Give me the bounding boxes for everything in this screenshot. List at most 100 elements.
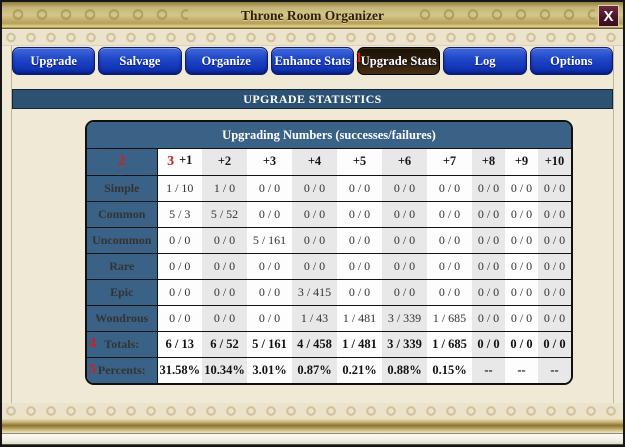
stat-cell: 0 / 0 [427,278,472,305]
table-row-rare: Rare 0 / 00 / 00 / 00 / 00 / 00 / 00 / 00… [87,252,571,279]
table-row-epic: Epic 0 / 00 / 00 / 03 / 415 0 / 00 / 00 / … [87,278,571,305]
stat-cell: -- [505,356,538,383]
tab-label: Upgrade Stats [360,53,437,68]
tab-options[interactable]: Options [529,47,613,75]
stat-cell: 5 / 161 [247,226,292,253]
stat-cell: 6 / 52 [202,330,247,357]
stat-cell: 0 / 0 [202,226,247,253]
column-header-label: +5 [352,154,367,169]
stat-cell: 0 / 0 [427,226,472,253]
stat-cell: 0 / 0 [505,330,538,357]
stat-cell: 0 / 0 [247,304,292,331]
tab-label: Log [474,53,496,68]
row-label: Uncommon [87,226,158,253]
stat-cell: 0 / 0 [427,252,472,279]
row-label-text: Uncommon [92,232,152,247]
row-label-text: Common [98,206,146,221]
stat-cell: 0 / 0 [337,174,382,201]
stat-cell: 0 / 0 [538,226,571,253]
stat-cell: 0 / 0 [472,226,505,253]
stat-cell: 0 / 0 [292,174,337,201]
column-header-plus2: +2 [202,149,247,175]
stat-cell: 0 / 0 [505,226,538,253]
gold-band-bottom [2,419,623,433]
inner-frame-line-right [613,46,614,403]
tab-organize[interactable]: Organize [184,47,268,75]
close-button[interactable]: X [598,5,619,27]
stat-cell: 3.01% [247,356,292,383]
column-header-label: +8 [481,154,496,169]
stat-cell: 0 / 0 [382,226,427,253]
stat-cell: 3 / 415 [292,278,337,305]
annotation-mark-3: 3 [167,154,175,170]
stat-cell: 0 / 0 [157,304,202,331]
row-label: 4 Totals: [87,330,158,357]
tab-upgrade[interactable]: Upgrade [12,47,96,75]
tab-bar: Upgrade Salvage Organize Enhance Stats 1 Upgr… [12,47,613,75]
stat-cell: 1 / 481 [337,330,382,357]
stat-cell: 0.88% [382,356,427,383]
stat-cell: 0 / 0 [292,252,337,279]
stat-cell: 0 / 0 [337,252,382,279]
tab-label: Upgrade [30,53,77,68]
stat-cell: 0 / 0 [472,200,505,227]
stat-cell: 6 / 13 [157,330,202,357]
column-header-label: +3 [262,154,277,169]
column-header-label: +2 [217,154,232,169]
column-header-plus3: +3 [247,149,292,175]
table-row-totals: 4 Totals: 6 / 13 6 / 52 5 / 161 4 / 458 1 / 48… [87,330,571,357]
stat-cell: 1 / 685 [427,304,472,331]
row-label: Common [87,200,158,227]
stat-cell: 0 / 0 [538,304,571,331]
tab-label: Enhance Stats [274,53,351,68]
row-label: Epic [87,278,158,305]
column-header-plus5: +5 [337,149,382,175]
stat-cell: 0 / 0 [247,174,292,201]
table-row-simple: Simple 1 / 10 1 / 00 / 00 / 00 / 00 / 00 /… [87,174,571,201]
tab-log[interactable]: Log [443,47,527,75]
stat-cell: 1 / 10 [157,174,202,201]
column-header-label: +9 [514,154,529,169]
tab-label: Organize [201,53,251,68]
column-header-label: +4 [307,154,322,169]
stat-cell: 0 / 0 [247,200,292,227]
stat-cell: 0 / 0 [472,252,505,279]
annotation-mark-1: 1 [355,50,363,66]
annotation-mark-2: 2 [118,153,126,170]
tab-enhance-stats[interactable]: Enhance Stats [270,47,355,75]
tab-upgrade-stats[interactable]: 1 Upgrade Stats [355,47,441,75]
table-corner-cell: 2 [87,149,158,175]
stat-cell: 4 / 458 [292,330,337,357]
column-header-label: +7 [442,154,457,169]
stat-cell: 0.21% [337,356,382,383]
stat-cell: 0 / 0 [427,174,472,201]
stat-cell: 0 / 0 [202,252,247,279]
tab-label: Options [550,53,593,68]
stat-cell: 0 / 0 [472,304,505,331]
stat-cell: 0 / 0 [538,330,571,357]
annotation-mark-5: 5 [89,362,96,378]
stat-cell: 3 / 339 [382,330,427,357]
row-label: Rare [87,252,158,279]
stat-cell: 0.15% [427,356,472,383]
inner-frame-line-left [11,46,12,403]
stat-cell: 0 / 0 [538,252,571,279]
stat-cell: 5 / 161 [247,330,292,357]
row-label: Wondrous [87,304,158,331]
stat-cell: 0 / 0 [505,200,538,227]
column-header-label: +10 [544,154,565,169]
stat-cell: -- [538,356,571,383]
stat-cell: 0 / 0 [292,200,337,227]
column-header-plus8: +8 [472,149,505,175]
row-label: Simple [87,174,158,201]
tab-salvage[interactable]: Salvage [98,47,182,75]
title-bar[interactable]: Throne Room Organizer [2,2,623,29]
stat-cell: 3 / 339 [382,304,427,331]
stat-cell: 5 / 3 [157,200,202,227]
row-label-text: Totals: [104,336,140,351]
stat-cell: 10.34% [202,356,247,383]
column-header-label: +1 [179,153,193,168]
stat-cell: 0 / 0 [157,226,202,253]
row-label-text: Wondrous [95,310,149,325]
table-row-wondrous: Wondrous 0 / 00 / 00 / 01 / 43 1 / 481 3 / … [87,304,571,331]
